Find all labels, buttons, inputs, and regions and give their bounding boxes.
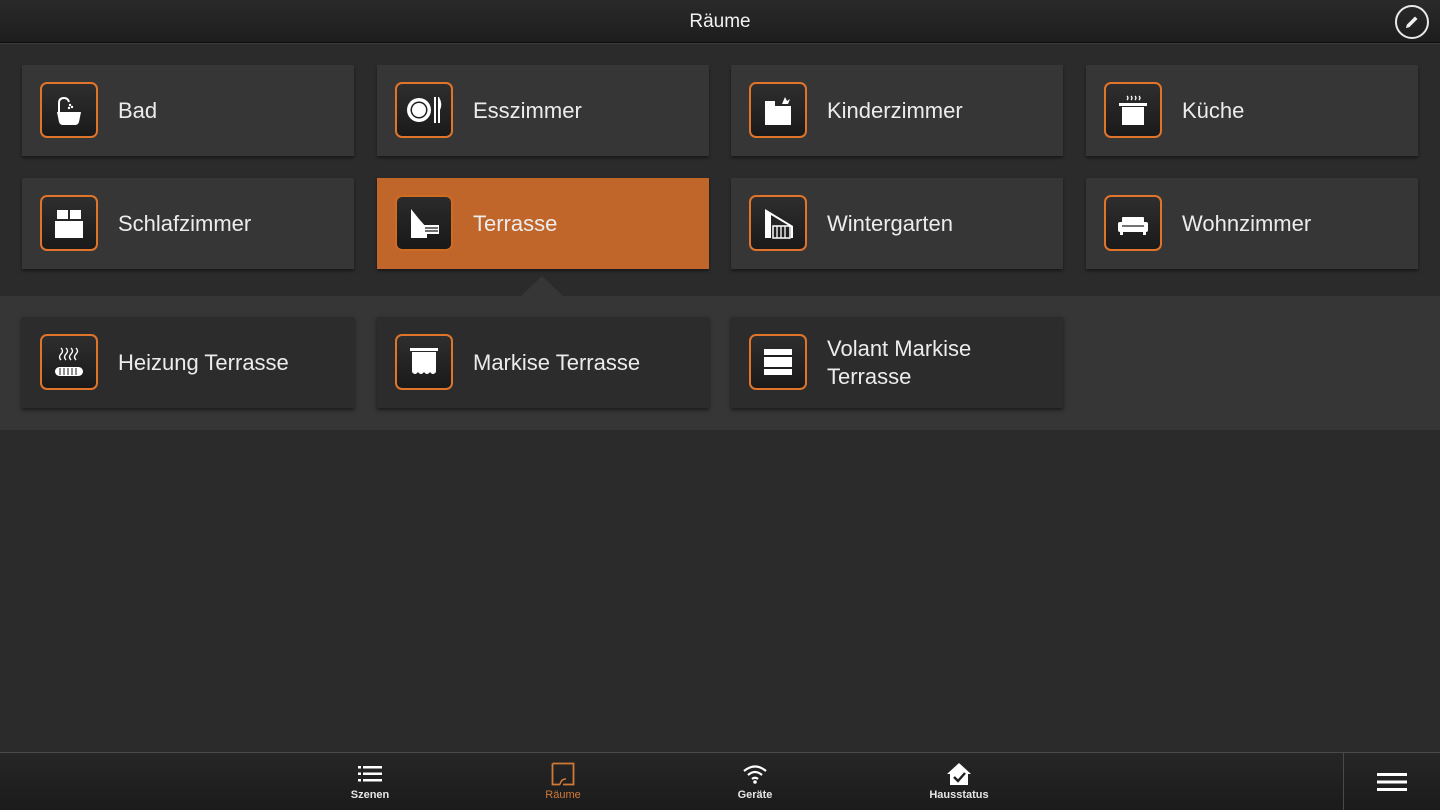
room-tile-esszimmer[interactable]: Esszimmer [377, 65, 709, 156]
cooking-pot-icon [1104, 82, 1162, 138]
nav-szenen[interactable]: Szenen [310, 753, 430, 810]
sofa-icon [1104, 195, 1162, 251]
nav-label: Geräte [737, 789, 773, 801]
nav-label: Szenen [350, 789, 390, 801]
wintergarden-icon [749, 195, 807, 251]
top-bar: Räume [0, 0, 1440, 43]
page-title: Räume [689, 11, 751, 32]
terrace-icon [395, 195, 453, 251]
nav-geraete[interactable]: Geräte [695, 753, 815, 810]
house-check-icon [946, 762, 972, 786]
bottom-nav-bar: Szenen Räume Geräte Hausstatus [0, 752, 1440, 810]
selection-pointer [521, 276, 563, 296]
device-tile-markise-terrasse[interactable]: Markise Terrasse [377, 317, 709, 408]
nav-hausstatus[interactable]: Hausstatus [899, 753, 1019, 810]
room-tile-schlafzimmer[interactable]: Schlafzimmer [22, 178, 354, 269]
room-label: Kinderzimmer [827, 97, 963, 123]
room-tile-terrasse[interactable]: Terrasse [377, 178, 709, 269]
room-label: Esszimmer [473, 97, 582, 123]
room-tile-wintergarten[interactable]: Wintergarten [731, 178, 1063, 269]
room-label: Bad [118, 97, 158, 123]
device-label: Heizung Terrasse [118, 349, 289, 375]
wifi-icon [742, 762, 768, 786]
device-label: Markise Terrasse [473, 349, 641, 375]
device-panel: Heizung Terrasse Markise Terrasse Volant… [0, 296, 1440, 430]
device-tile-heizung-terrasse[interactable]: Heizung Terrasse [22, 317, 354, 408]
menu-button[interactable] [1344, 753, 1440, 810]
room-label: Küche [1182, 97, 1245, 123]
room-label: Wohnzimmer [1182, 210, 1312, 236]
awning-icon [395, 334, 453, 390]
room-label: Terrasse [473, 210, 558, 236]
room-tile-kueche[interactable]: Küche [1086, 65, 1418, 156]
room-icon [551, 762, 575, 786]
room-tile-wohnzimmer[interactable]: Wohnzimmer [1086, 178, 1418, 269]
device-tile-volant-markise-terrasse[interactable]: Volant Markise Terrasse [731, 317, 1063, 408]
bathtub-icon [40, 82, 98, 138]
app-window: Räume Bad Esszimmer Kinderzimmer Küche S… [0, 0, 1440, 810]
nav-label: Hausstatus [929, 789, 989, 801]
heater-icon [40, 334, 98, 390]
edit-button[interactable] [1395, 5, 1429, 39]
room-label: Schlafzimmer [118, 210, 252, 236]
room-label: Wintergarten [827, 210, 953, 236]
room-tile-bad[interactable]: Bad [22, 65, 354, 156]
room-tile-kinderzimmer[interactable]: Kinderzimmer [731, 65, 1063, 156]
valance-awning-icon [749, 334, 807, 390]
pencil-icon [1406, 16, 1418, 28]
list-icon [358, 762, 382, 786]
nav-label: Räume [545, 789, 581, 801]
device-label: Volant Markise Terrasse [827, 335, 972, 389]
dining-icon [395, 82, 453, 138]
toybox-icon [749, 82, 807, 138]
bed-icon [40, 195, 98, 251]
nav-raeume[interactable]: Räume [503, 753, 623, 810]
hamburger-icon [1377, 773, 1407, 791]
